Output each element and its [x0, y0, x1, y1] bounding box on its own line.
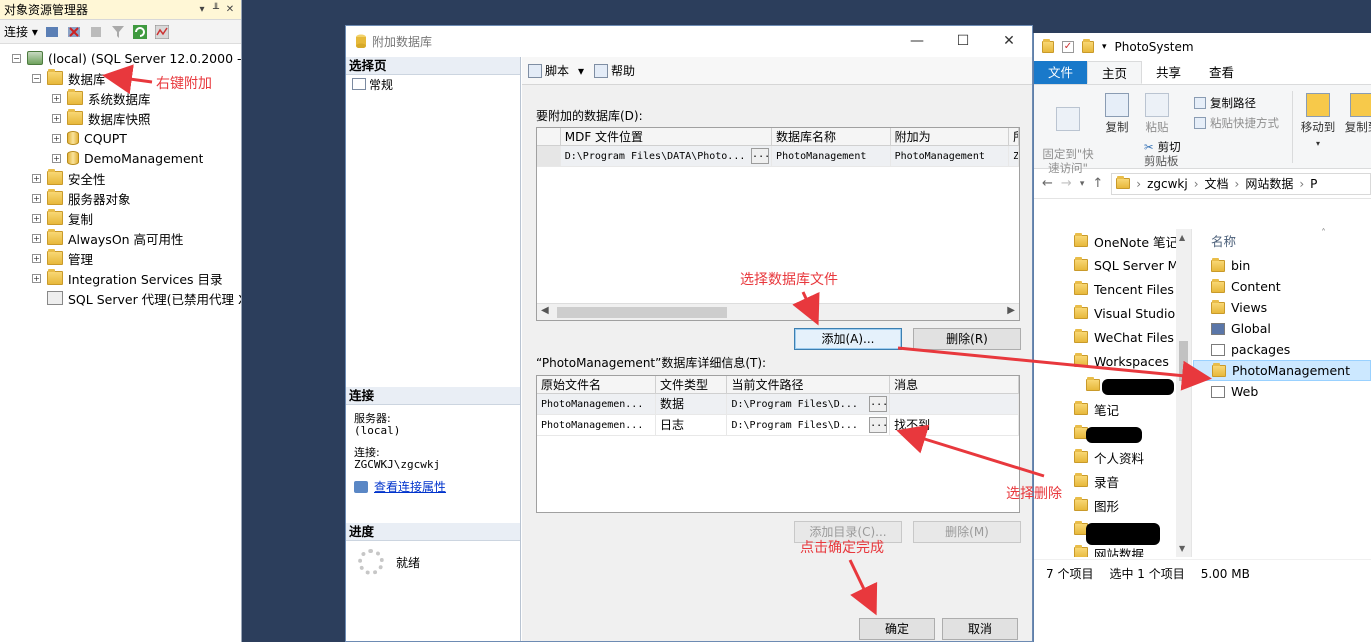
annotation-right-click-attach: 右键附加 [156, 76, 212, 92]
arrow-to-add-button [792, 291, 820, 326]
annotation-choose-db-file: 选择数据库文件 [740, 272, 838, 288]
arrow-to-photomanagement [897, 346, 1212, 391]
arrow-to-databases [102, 64, 153, 95]
arrow-to-ok-button [848, 559, 878, 616]
annotation-arrows [102, 64, 1212, 616]
annotation-click-ok: 点击确定完成 [800, 540, 884, 556]
watermark: @zgcwkj [1196, 588, 1353, 628]
arrow-to-log-row [896, 424, 1045, 478]
annotation-choose-delete: 选择删除 [1006, 486, 1062, 502]
